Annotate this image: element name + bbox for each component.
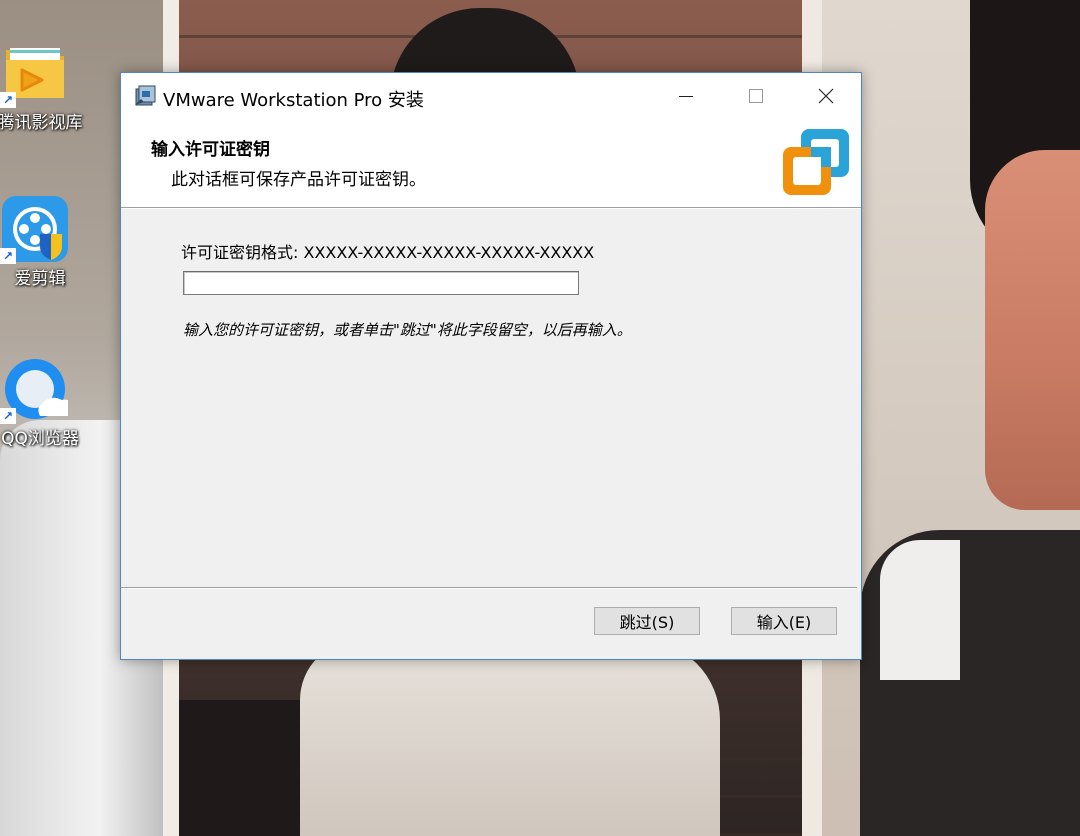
desktop-icon-label: QQ浏览器: [1, 429, 79, 449]
maximize-icon: [749, 89, 763, 103]
header-subtitle: 此对话框可保存产品许可证密钥。: [171, 170, 426, 190]
window-title: VMware Workstation Pro 安装: [163, 90, 424, 111]
desktop-icon-label: 爱剪辑: [14, 269, 66, 289]
footer-divider: [121, 587, 857, 589]
title-bar[interactable]: VMware Workstation Pro 安装: [121, 73, 861, 119]
vmware-logo: [783, 129, 849, 195]
minimize-button[interactable]: [663, 73, 709, 119]
desktop-icon-aijianji[interactable]: ↗ 爱剪辑: [0, 196, 86, 292]
license-format-label: 许可证密钥格式: XXXXX-XXXXX-XXXXX-XXXXX-XXXXX: [181, 243, 595, 262]
enter-button[interactable]: 输入(E): [731, 607, 837, 635]
close-icon: [818, 88, 834, 104]
minimize-icon: [679, 95, 693, 97]
skip-button[interactable]: 跳过(S): [594, 607, 700, 635]
wallpaper-right-face: [985, 150, 1080, 510]
license-key-input[interactable]: [183, 271, 579, 295]
shortcut-arrow-icon: ↗: [0, 248, 16, 264]
shortcut-arrow-icon: ↗: [0, 408, 16, 424]
wallpaper-right-collar: [880, 540, 960, 680]
header-title: 输入许可证密钥: [151, 140, 270, 160]
wallpaper-figure-arm: [300, 640, 720, 836]
header-divider: [121, 207, 861, 209]
installer-window: VMware Workstation Pro 安装 输入许可证密钥 此对话框可保…: [120, 72, 862, 660]
close-button[interactable]: [803, 73, 849, 119]
desktop-icon-qq-browser[interactable]: ↗ QQ浏览器: [0, 356, 86, 452]
license-hint-text: 输入您的许可证密钥，或者单击"跳过"将此字段留空，以后再输入。: [183, 321, 632, 339]
desktop-icon-tencent-video[interactable]: ↗ 腾讯影视库: [0, 40, 86, 136]
maximize-button: [733, 73, 779, 119]
shortcut-arrow-icon: ↗: [0, 92, 16, 108]
dialog-header: 输入许可证密钥 此对话框可保存产品许可证密钥。: [121, 119, 861, 207]
installer-app-icon: [135, 85, 156, 106]
desktop-icon-label: 腾讯影视库: [0, 113, 83, 133]
